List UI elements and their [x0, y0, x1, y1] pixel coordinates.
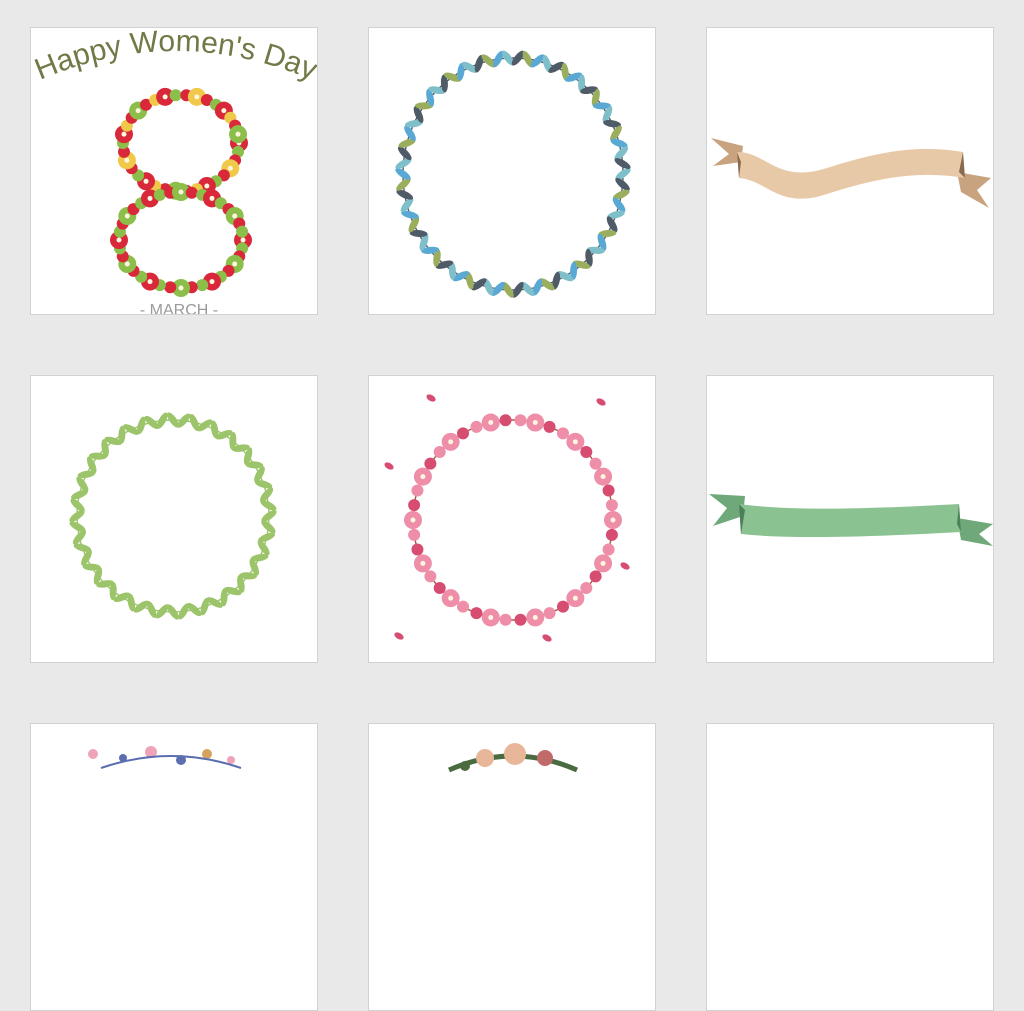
tile-womens-day-wreath[interactable]: Happy Women's Day - MARCH -: [30, 27, 318, 315]
tile-blue-leaf-wreath[interactable]: [368, 27, 656, 315]
blossom: [185, 186, 198, 199]
blossom: [457, 600, 469, 613]
blossom: [196, 279, 209, 292]
falling-petal: [426, 394, 436, 402]
tile-rose-garland[interactable]: [368, 723, 656, 1011]
blossom: [411, 484, 424, 497]
blossom: [602, 543, 615, 556]
falling-petal: [394, 632, 404, 640]
blossom: [557, 600, 569, 613]
green-ribbon-artwork: [709, 494, 993, 546]
blossom: [408, 528, 421, 541]
beige-ribbon-artwork: [711, 138, 991, 208]
blossom: [589, 570, 602, 583]
tile-watercolor-floral-spray[interactable]: [30, 723, 318, 1011]
tile-beige-ribbon-banner[interactable]: [706, 27, 994, 315]
blossom: [605, 499, 618, 512]
cherry-blossom-ring: [384, 394, 630, 642]
blossom: [589, 457, 602, 470]
ribbon-right-tail: [957, 518, 993, 546]
womens-day-artwork: Happy Women's Day - MARCH -: [31, 28, 318, 315]
cherry-blossom-artwork: [384, 394, 630, 642]
blossom: [470, 420, 483, 433]
blossom: [236, 225, 249, 238]
blossom: [514, 414, 527, 427]
blossom: [153, 188, 166, 201]
blossom: [457, 427, 469, 440]
march-subheading: - MARCH -: [140, 302, 218, 315]
blossom: [164, 281, 177, 294]
ribbon-front: [739, 504, 961, 538]
green-vine-wreath-artwork: [69, 412, 277, 620]
blossom: [499, 414, 512, 427]
blossom: [408, 499, 421, 512]
figure-eight-top-loop: [114, 87, 248, 200]
blue-leaf-wreath-ring: [395, 50, 631, 298]
tile-green-vine-wreath[interactable]: [30, 375, 318, 663]
floral-spray-top-edge: [88, 746, 242, 769]
blossom: [169, 89, 182, 102]
blossom: [424, 570, 437, 583]
falling-petal: [620, 562, 630, 570]
tile-pink-cherry-blossom-wreath[interactable]: [368, 375, 656, 663]
blossom: [580, 582, 593, 595]
blossom: [470, 607, 483, 620]
falling-petal: [384, 462, 394, 470]
blossom: [411, 543, 424, 556]
womens-day-heading: Happy Women's Day: [31, 28, 318, 87]
blossom: [424, 457, 437, 470]
rose-garland-artwork: [447, 743, 579, 773]
floral-spray-artwork: [88, 746, 242, 769]
figure-eight-bottom-loop: [110, 183, 252, 297]
ribbon-front: [737, 148, 965, 199]
falling-petal: [542, 634, 552, 642]
blossom: [433, 582, 446, 595]
tile-blank[interactable]: [706, 723, 994, 1011]
tile-green-ribbon-banner[interactable]: [706, 375, 994, 663]
blossom: [580, 445, 593, 458]
falling-petal: [596, 398, 606, 406]
blossom: [514, 613, 527, 626]
blossom: [602, 484, 615, 497]
blossom: [605, 528, 618, 541]
blossom: [499, 613, 512, 626]
green-vine-ring: [69, 412, 277, 620]
blossom: [543, 420, 556, 433]
blossom: [557, 427, 569, 440]
blossom: [543, 607, 556, 620]
blossom: [433, 445, 446, 458]
rose-garland-top-edge: [447, 743, 579, 773]
blue-leaf-wreath-artwork: [395, 50, 631, 298]
